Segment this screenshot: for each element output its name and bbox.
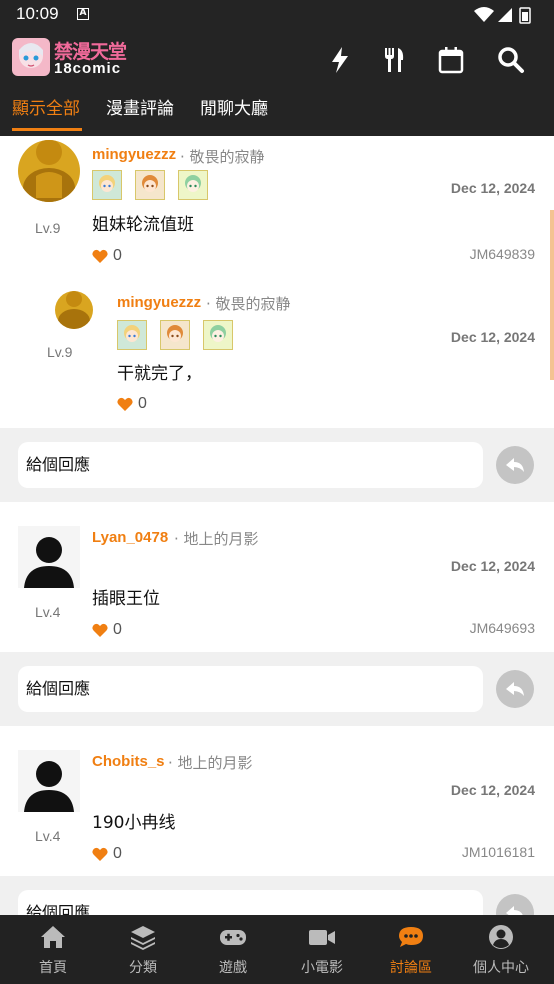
tab-bar: 顯示全部 漫畫評論 閒聊大廳 [0,90,554,136]
reply-bar: 給個回應 [0,876,554,915]
user-title: · 地上的月影 [174,530,259,548]
reply-user-title: · 敬畏的寂静 [206,295,291,313]
like-button[interactable]: 0 [92,845,132,865]
reply-text: 干就完了， [117,364,202,384]
like-count: 0 [113,621,122,638]
user-level: Lv.4 [35,828,61,844]
tab-comic-reviews[interactable]: 漫畫評論 [106,94,174,119]
reply-input[interactable]: 給個回應 [18,890,483,915]
badge-icon [203,320,233,350]
nav-forum[interactable]: 討論區 [366,915,456,984]
video-icon [309,930,335,945]
reply-user-level: Lv.9 [47,344,73,360]
nav-short-movies[interactable]: 小電影 [277,915,367,984]
nav-profile[interactable]: 個人中心 [456,915,546,984]
user-icon [489,925,513,949]
like-count: 0 [113,247,122,264]
comment-date: Dec 12, 2024 [450,180,535,196]
nav-games[interactable]: 遊戲 [188,915,278,984]
user-level: Lv.9 [35,220,61,236]
reply-user-avatar[interactable] [55,291,93,329]
search-icon[interactable] [495,44,527,76]
reply-button[interactable] [496,894,534,915]
comment-card: Lv.4 Chobits_s · 地上的月影 Dec 12, 2024 190小… [0,726,554,876]
comment-text: 190小冉线 [92,813,176,833]
reply-date: Dec 12, 2024 [450,329,535,345]
reply-input[interactable]: 給個回應 [18,442,483,488]
app-bar: 禁漫天堂 18comic 顯示全部 漫畫評論 閒聊大廳 [0,30,554,136]
heart-icon [117,397,133,411]
scrollbar[interactable] [550,210,554,380]
badge-icon [117,320,147,350]
app-logo[interactable]: 禁漫天堂 18comic [12,36,136,80]
layers-icon [131,926,155,950]
tab-show-all[interactable]: 顯示全部 [12,94,80,119]
comment-text: 姐妹轮流值班 [92,215,194,235]
reply-button[interactable] [496,446,534,484]
nav-label: 遊戲 [219,960,247,976]
home-icon [41,926,65,948]
user-title: · 地上的月影 [168,754,253,772]
comment-text: 插眼王位 [92,589,160,609]
username[interactable]: Lyan_0478 [92,529,168,546]
logo-subtitle: 18comic [54,60,122,77]
like-count: 0 [138,395,147,412]
badge-row [92,170,222,202]
gamepad-icon [220,930,246,945]
username[interactable]: Chobits_s [92,753,165,770]
comic-id[interactable]: JM649839 [470,246,535,262]
nav-label: 小電影 [301,960,343,976]
system-status-icons [474,7,531,24]
comment-card: Lv.9 mingyuezzz · 敬畏的寂静 Dec 12, 2024 姐妹轮… [0,136,554,428]
notification-icon: A [77,8,89,20]
bolt-icon[interactable] [324,44,356,76]
reply-badge-row [117,320,247,352]
user-title: · 敬畏的寂静 [180,148,265,166]
badge-icon [135,170,165,200]
heart-icon [92,847,108,861]
bottom-nav: 首頁 分類 遊戲 小電影 討論區 個人中心 [0,915,554,984]
user-avatar[interactable] [18,526,80,588]
active-tab-indicator [12,128,82,131]
heart-icon [92,249,108,263]
nav-label: 個人中心 [473,960,529,976]
user-avatar[interactable] [18,750,80,812]
reply-bar: 給個回應 [0,428,554,502]
badge-icon [92,170,122,200]
nav-label: 討論區 [390,960,432,976]
comment-feed[interactable]: Lv.9 mingyuezzz · 敬畏的寂静 Dec 12, 2024 姐妹轮… [0,136,554,915]
nav-label: 首頁 [39,960,67,976]
like-button[interactable]: 0 [92,621,132,641]
reply-arrow-icon [506,458,524,472]
like-count: 0 [113,845,122,862]
comic-id[interactable]: JM1016181 [462,844,535,860]
reply-arrow-icon [506,682,524,696]
heart-icon [92,623,108,637]
reply-input[interactable]: 給個回應 [18,666,483,712]
utensils-icon[interactable] [378,44,410,76]
badge-icon [160,320,190,350]
comment-date: Dec 12, 2024 [450,558,535,574]
user-level: Lv.4 [35,604,61,620]
status-bar: 10:09 A [0,0,554,30]
reply-like-button[interactable]: 0 [117,395,157,415]
reply-arrow-icon [506,906,523,915]
reply-username[interactable]: mingyuezzz [117,294,201,311]
status-time: 10:09 [16,4,59,23]
comic-id[interactable]: JM649693 [470,620,535,636]
like-button[interactable]: 0 [92,247,132,267]
nav-categories[interactable]: 分類 [98,915,188,984]
nav-home[interactable]: 首頁 [8,915,98,984]
comment-date: Dec 12, 2024 [450,782,535,798]
calendar-icon[interactable] [435,44,467,76]
nav-label: 分類 [129,960,157,976]
username[interactable]: mingyuezzz [92,146,176,163]
reply-bar: 給個回應 [0,652,554,726]
comment-card: Lv.4 Lyan_0478 · 地上的月影 Dec 12, 2024 插眼王位… [0,502,554,652]
reply-button[interactable] [496,670,534,708]
chat-icon [399,927,423,947]
tab-chat-lobby[interactable]: 閒聊大廳 [200,94,268,119]
badge-icon [178,170,208,200]
user-avatar[interactable] [18,140,80,202]
